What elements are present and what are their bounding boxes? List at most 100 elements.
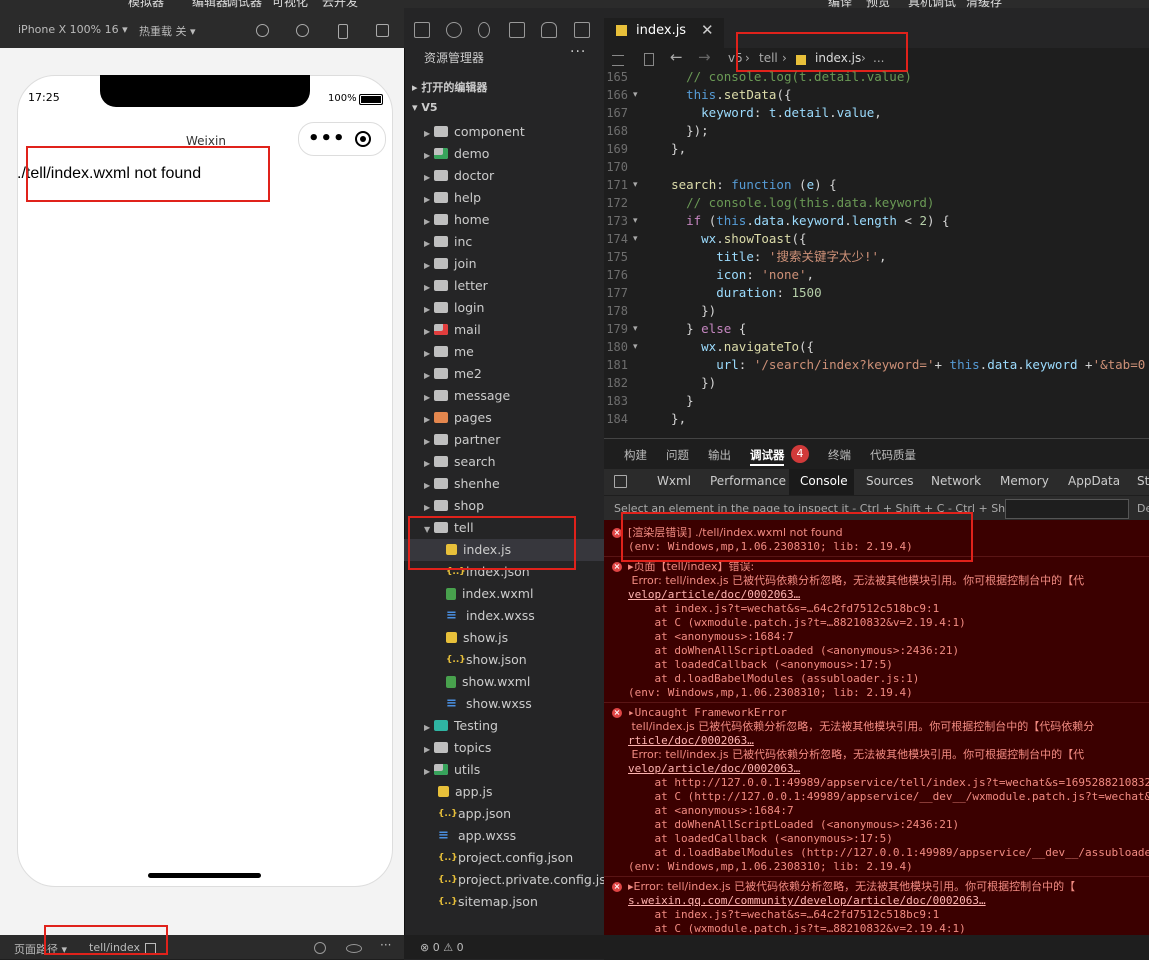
fold-icon[interactable]: ▾ (633, 212, 638, 230)
tree-item[interactable]: ▶ topics (424, 737, 491, 759)
tree-item[interactable]: show.wxml (446, 671, 530, 693)
fold-icon[interactable]: ▾ (633, 230, 638, 248)
console-line[interactable]: velop/article/doc/0002063… (628, 762, 800, 776)
tree-item[interactable]: ▶ utils (424, 759, 480, 781)
tree-item[interactable]: ▶ shenhe (424, 473, 500, 495)
devtab-performance[interactable]: Performance (710, 474, 786, 488)
menu-editor[interactable]: 编辑器 (192, 0, 228, 8)
bug-icon[interactable] (314, 942, 326, 954)
devtab-sources[interactable]: Sources (866, 474, 913, 488)
forward-arrow-icon[interactable]: → (698, 48, 711, 66)
tree-item[interactable]: ▶ home (424, 209, 489, 231)
devtab-wxml[interactable]: Wxml (657, 474, 691, 488)
tab-output[interactable]: 输出 (708, 447, 731, 463)
console-line[interactable]: velop/article/doc/0002063… (628, 588, 800, 602)
tab-code-quality[interactable]: 代码质量 (870, 447, 916, 463)
tree-item[interactable]: ▶ me2 (424, 363, 482, 385)
tree-item[interactable]: index.wxml (446, 583, 533, 605)
tree-item[interactable]: {..}project.private.config.js... (438, 869, 618, 891)
code-line: duration: 1500 (716, 285, 822, 300)
menu-visual[interactable]: 可视化 (272, 0, 308, 8)
devtab-appdata[interactable]: AppData (1068, 474, 1120, 488)
eye-icon[interactable] (346, 944, 362, 953)
stop-icon[interactable] (296, 24, 309, 37)
menu-real-debug[interactable]: 真机调试 (908, 0, 956, 8)
layout-icon[interactable] (574, 22, 590, 38)
tree-item[interactable]: ▶ shop (424, 495, 484, 517)
devtab-memory[interactable]: Memory (1000, 474, 1049, 488)
tree-item[interactable]: ▶ inc (424, 231, 472, 253)
default-levels-select[interactable]: De (1137, 502, 1149, 515)
line-number: 172 (606, 196, 628, 210)
tree-item[interactable]: ▶ me (424, 341, 474, 363)
more-icon[interactable]: ··· (380, 938, 391, 952)
tree-item[interactable]: {..}show.json (446, 649, 527, 671)
open-editors-section[interactable]: ▸ 打开的编辑器 (412, 79, 487, 95)
tree-item[interactable]: ▶ message (424, 385, 510, 407)
home-indicator (148, 873, 261, 878)
tree-item[interactable]: {..}project.config.json (438, 847, 573, 869)
menu-simulator[interactable]: 模拟器 (128, 0, 164, 8)
tree-item[interactable]: ≡ index.wxss (446, 605, 535, 627)
tree-item[interactable]: {..}app.json (438, 803, 511, 825)
tree-item[interactable]: ≡ app.wxss (438, 825, 516, 847)
explorer-more-icon[interactable]: ··· (570, 44, 586, 60)
tree-item[interactable]: ▶ component (424, 121, 525, 143)
fold-icon[interactable]: ▾ (633, 338, 638, 356)
tree-item-label: utils (454, 762, 481, 777)
tree-item[interactable]: ▶ letter (424, 275, 488, 297)
menu-preview[interactable]: 预览 (866, 0, 890, 8)
phone-icon[interactable] (338, 24, 348, 39)
menu-compile[interactable]: 编译 (828, 0, 852, 8)
tree-item[interactable]: ▶ help (424, 187, 481, 209)
fold-icon[interactable]: ▾ (633, 176, 638, 194)
menu-debugger[interactable]: 调试器 (226, 0, 262, 8)
status-time: 17:25 (28, 91, 60, 104)
console-line[interactable]: rticle/doc/0002063… (628, 734, 754, 748)
devtab-network[interactable]: Network (931, 474, 981, 488)
fold-icon[interactable]: ▾ (633, 86, 638, 104)
tree-item[interactable]: show.js (446, 627, 508, 649)
tree-item[interactable]: ▶ search (424, 451, 496, 473)
fold-icon[interactable]: ▾ (633, 320, 638, 338)
extensions-icon[interactable] (509, 22, 525, 38)
devtab-console[interactable]: Console (800, 474, 848, 488)
device-select[interactable]: iPhone X 100% 16 ▾ (18, 23, 128, 36)
list-icon[interactable] (612, 55, 624, 66)
tab-debugger[interactable]: 调试器 (750, 447, 785, 463)
problems-count[interactable]: ⊗ 0 ⚠ 0 (420, 941, 464, 954)
refresh-icon[interactable] (256, 24, 269, 37)
docker-icon[interactable] (541, 22, 557, 38)
tree-item[interactable]: ▶ Testing (424, 715, 498, 737)
close-miniprogram-icon[interactable] (355, 131, 371, 147)
tab-terminal[interactable]: 终端 (828, 447, 851, 463)
search-icon[interactable] (446, 22, 462, 38)
tree-item[interactable]: ▶ login (424, 297, 484, 319)
tree-item[interactable]: ▶ demo (424, 143, 489, 165)
console-line[interactable]: s.weixin.qq.com/community/develop/articl… (628, 894, 986, 908)
more-dots-icon[interactable]: ••• (308, 128, 346, 149)
tree-item[interactable]: ▶ doctor (424, 165, 494, 187)
hotreload-toggle[interactable]: 热重载 关 ▾ (139, 23, 196, 39)
tree-item[interactable]: ▶ partner (424, 429, 500, 451)
menu-clear-cache[interactable]: 清缓存 (966, 0, 1002, 8)
devtab-storage[interactable]: St (1137, 474, 1149, 488)
files-icon[interactable] (414, 22, 430, 38)
tab-build[interactable]: 构建 (624, 447, 647, 463)
window-icon[interactable] (376, 24, 389, 37)
tree-item[interactable]: {..}sitemap.json (438, 891, 538, 913)
tab-problems[interactable]: 问题 (666, 447, 689, 463)
source-control-icon[interactable] (478, 22, 490, 38)
tree-item[interactable]: ▶ mail (424, 319, 481, 341)
back-arrow-icon[interactable]: ← (670, 48, 683, 66)
inspect-icon[interactable] (614, 475, 627, 488)
tree-item[interactable]: ▶ join (424, 253, 477, 275)
tree-item[interactable]: ▶ pages (424, 407, 492, 429)
tree-item[interactable]: ≡ show.wxss (446, 693, 532, 715)
bookmark-icon[interactable] (644, 53, 654, 66)
project-root-section[interactable]: ▾ V5 (412, 101, 438, 114)
console-filter-input[interactable] (1005, 499, 1129, 519)
close-icon[interactable]: ✕ (701, 21, 714, 39)
menu-cloud[interactable]: 云开发 (322, 0, 358, 8)
tree-item[interactable]: app.js (438, 781, 493, 803)
